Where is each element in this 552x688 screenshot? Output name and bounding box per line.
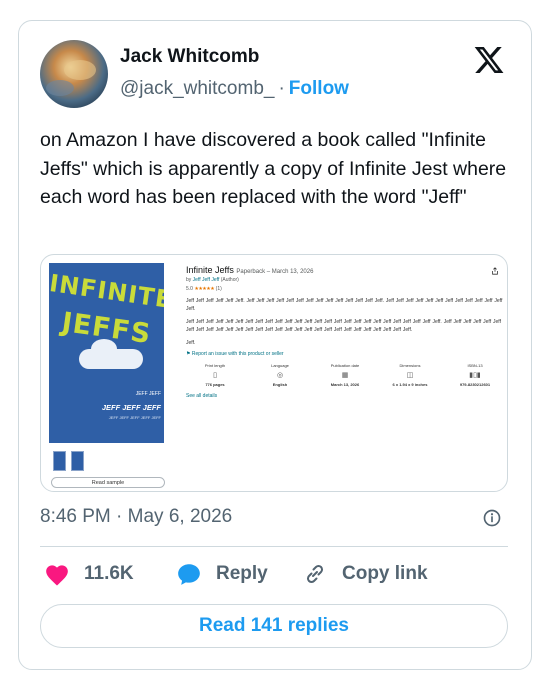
- copy-link-button[interactable]: Copy link: [302, 562, 428, 586]
- spec-label: Print length: [204, 363, 226, 368]
- report-link: ⚑ Report an issue with this product or s…: [186, 351, 504, 357]
- tweet-timestamp[interactable]: 8:46 PM · May 6, 2026: [40, 506, 232, 528]
- like-button[interactable]: 11.6K: [44, 562, 134, 586]
- globe-icon: ◎: [276, 372, 284, 379]
- cover-author-big: JEFF JEFF JEFF: [101, 403, 161, 412]
- spec-value: 979-8230212601: [459, 382, 491, 387]
- description-para-3: Jeff.: [186, 340, 196, 346]
- tweet-image[interactable]: INFINITE JEFFS JEFF JEFF JEFF JEFF JEFF …: [40, 254, 508, 492]
- spec-value: English: [272, 382, 288, 387]
- rating-count: (1): [215, 286, 222, 292]
- read-replies-button[interactable]: Read 141 replies: [40, 604, 508, 648]
- action-bar: 11.6K Reply Copy link: [40, 562, 510, 590]
- x-logo-icon[interactable]: [472, 44, 506, 76]
- read-sample-button: Read sample: [51, 477, 165, 488]
- specs-row: Print length ▯ 776 pages Language ◎ Engl…: [186, 363, 504, 387]
- flag-icon: ⚑: [186, 351, 191, 357]
- spec-label: Language: [271, 363, 289, 368]
- reply-button[interactable]: Reply: [176, 562, 268, 586]
- author-role: (Author): [220, 277, 239, 283]
- by-prefix: by: [186, 277, 192, 283]
- thumbnail-back: [71, 451, 84, 471]
- cover-author-small: JEFF JEFF: [135, 391, 161, 397]
- thumbnail-front: [53, 451, 66, 471]
- description-para-1: Jeff Jeff Jeff Jeff Jeff Jeff. Jeff Jeff…: [186, 298, 503, 312]
- author-link: Jeff Jeff Jeff: [192, 277, 220, 283]
- info-icon[interactable]: [482, 508, 502, 528]
- spec-value: 6 x 1.94 x 9 inches: [392, 382, 428, 387]
- link-icon: [306, 564, 324, 584]
- reply-bubble-icon: [178, 564, 200, 585]
- user-name[interactable]: Jack Whitcomb: [120, 46, 259, 68]
- byline: by Jeff Jeff Jeff (Author): [186, 277, 504, 283]
- heart-icon: [46, 565, 68, 586]
- book-cover: INFINITE JEFFS JEFF JEFF JEFF JEFF JEFF …: [49, 263, 164, 443]
- spec-label: Dimensions: [399, 363, 421, 368]
- barcode-icon: ▮▯▮: [469, 372, 481, 379]
- spec-language: Language ◎ English: [251, 363, 309, 387]
- spec-label: ISBN-13: [467, 363, 483, 368]
- product-title: Infinite Jeffs: [186, 265, 234, 275]
- cover-tagline: JEFF JEFF JEFF JEFF JEFF: [108, 415, 161, 420]
- spec-dimensions: Dimensions ◫ 6 x 1.94 x 9 inches: [381, 363, 439, 387]
- spec-print-length: Print length ▯ 776 pages: [186, 363, 244, 387]
- spec-publication-date: Publication date ▦ March 13, 2026: [316, 363, 374, 387]
- book-icon: ▯: [213, 372, 217, 379]
- star-icon: ★★★★★: [194, 286, 215, 292]
- see-all-details-link: See all details: [186, 393, 218, 399]
- cloud-illustration: [79, 339, 143, 369]
- calendar-icon: ▦: [341, 372, 349, 379]
- follow-button[interactable]: Follow: [289, 78, 349, 99]
- user-handle[interactable]: @jack_whitcomb_: [120, 78, 274, 99]
- rating: 5.0 ★★★★★ (1): [186, 286, 504, 292]
- product-title-row: Infinite Jeffs Paperback – March 13, 202…: [186, 265, 504, 275]
- divider: [40, 546, 508, 547]
- product-detail: Infinite Jeffs Paperback – March 13, 202…: [186, 265, 504, 399]
- separator: ·: [278, 78, 285, 99]
- tweet-text: on Amazon I have discovered a book calle…: [40, 129, 507, 208]
- spec-value: 776 pages: [205, 382, 225, 387]
- dimensions-icon: ◫: [406, 372, 414, 379]
- like-count: 11.6K: [84, 563, 134, 584]
- copy-link-label: Copy link: [342, 563, 428, 584]
- spec-isbn: ISBN-13 ▮▯▮ 979-8230212601: [446, 363, 504, 387]
- rating-value: 5.0: [186, 286, 193, 292]
- share-icon: [492, 267, 498, 275]
- spec-value: March 13, 2026: [330, 382, 360, 387]
- product-format: Paperback – March 13, 2026: [236, 269, 314, 275]
- reply-label: Reply: [216, 563, 268, 584]
- spec-label: Publication date: [330, 363, 360, 368]
- report-label: Report an issue with this product or sel…: [191, 351, 284, 357]
- description-para-2: Jeff Jeff Jeff Jeff Jeff Jeff Jeff Jeff …: [186, 319, 501, 333]
- handle-line: @jack_whitcomb_ · Follow: [120, 78, 349, 100]
- avatar[interactable]: [40, 40, 108, 108]
